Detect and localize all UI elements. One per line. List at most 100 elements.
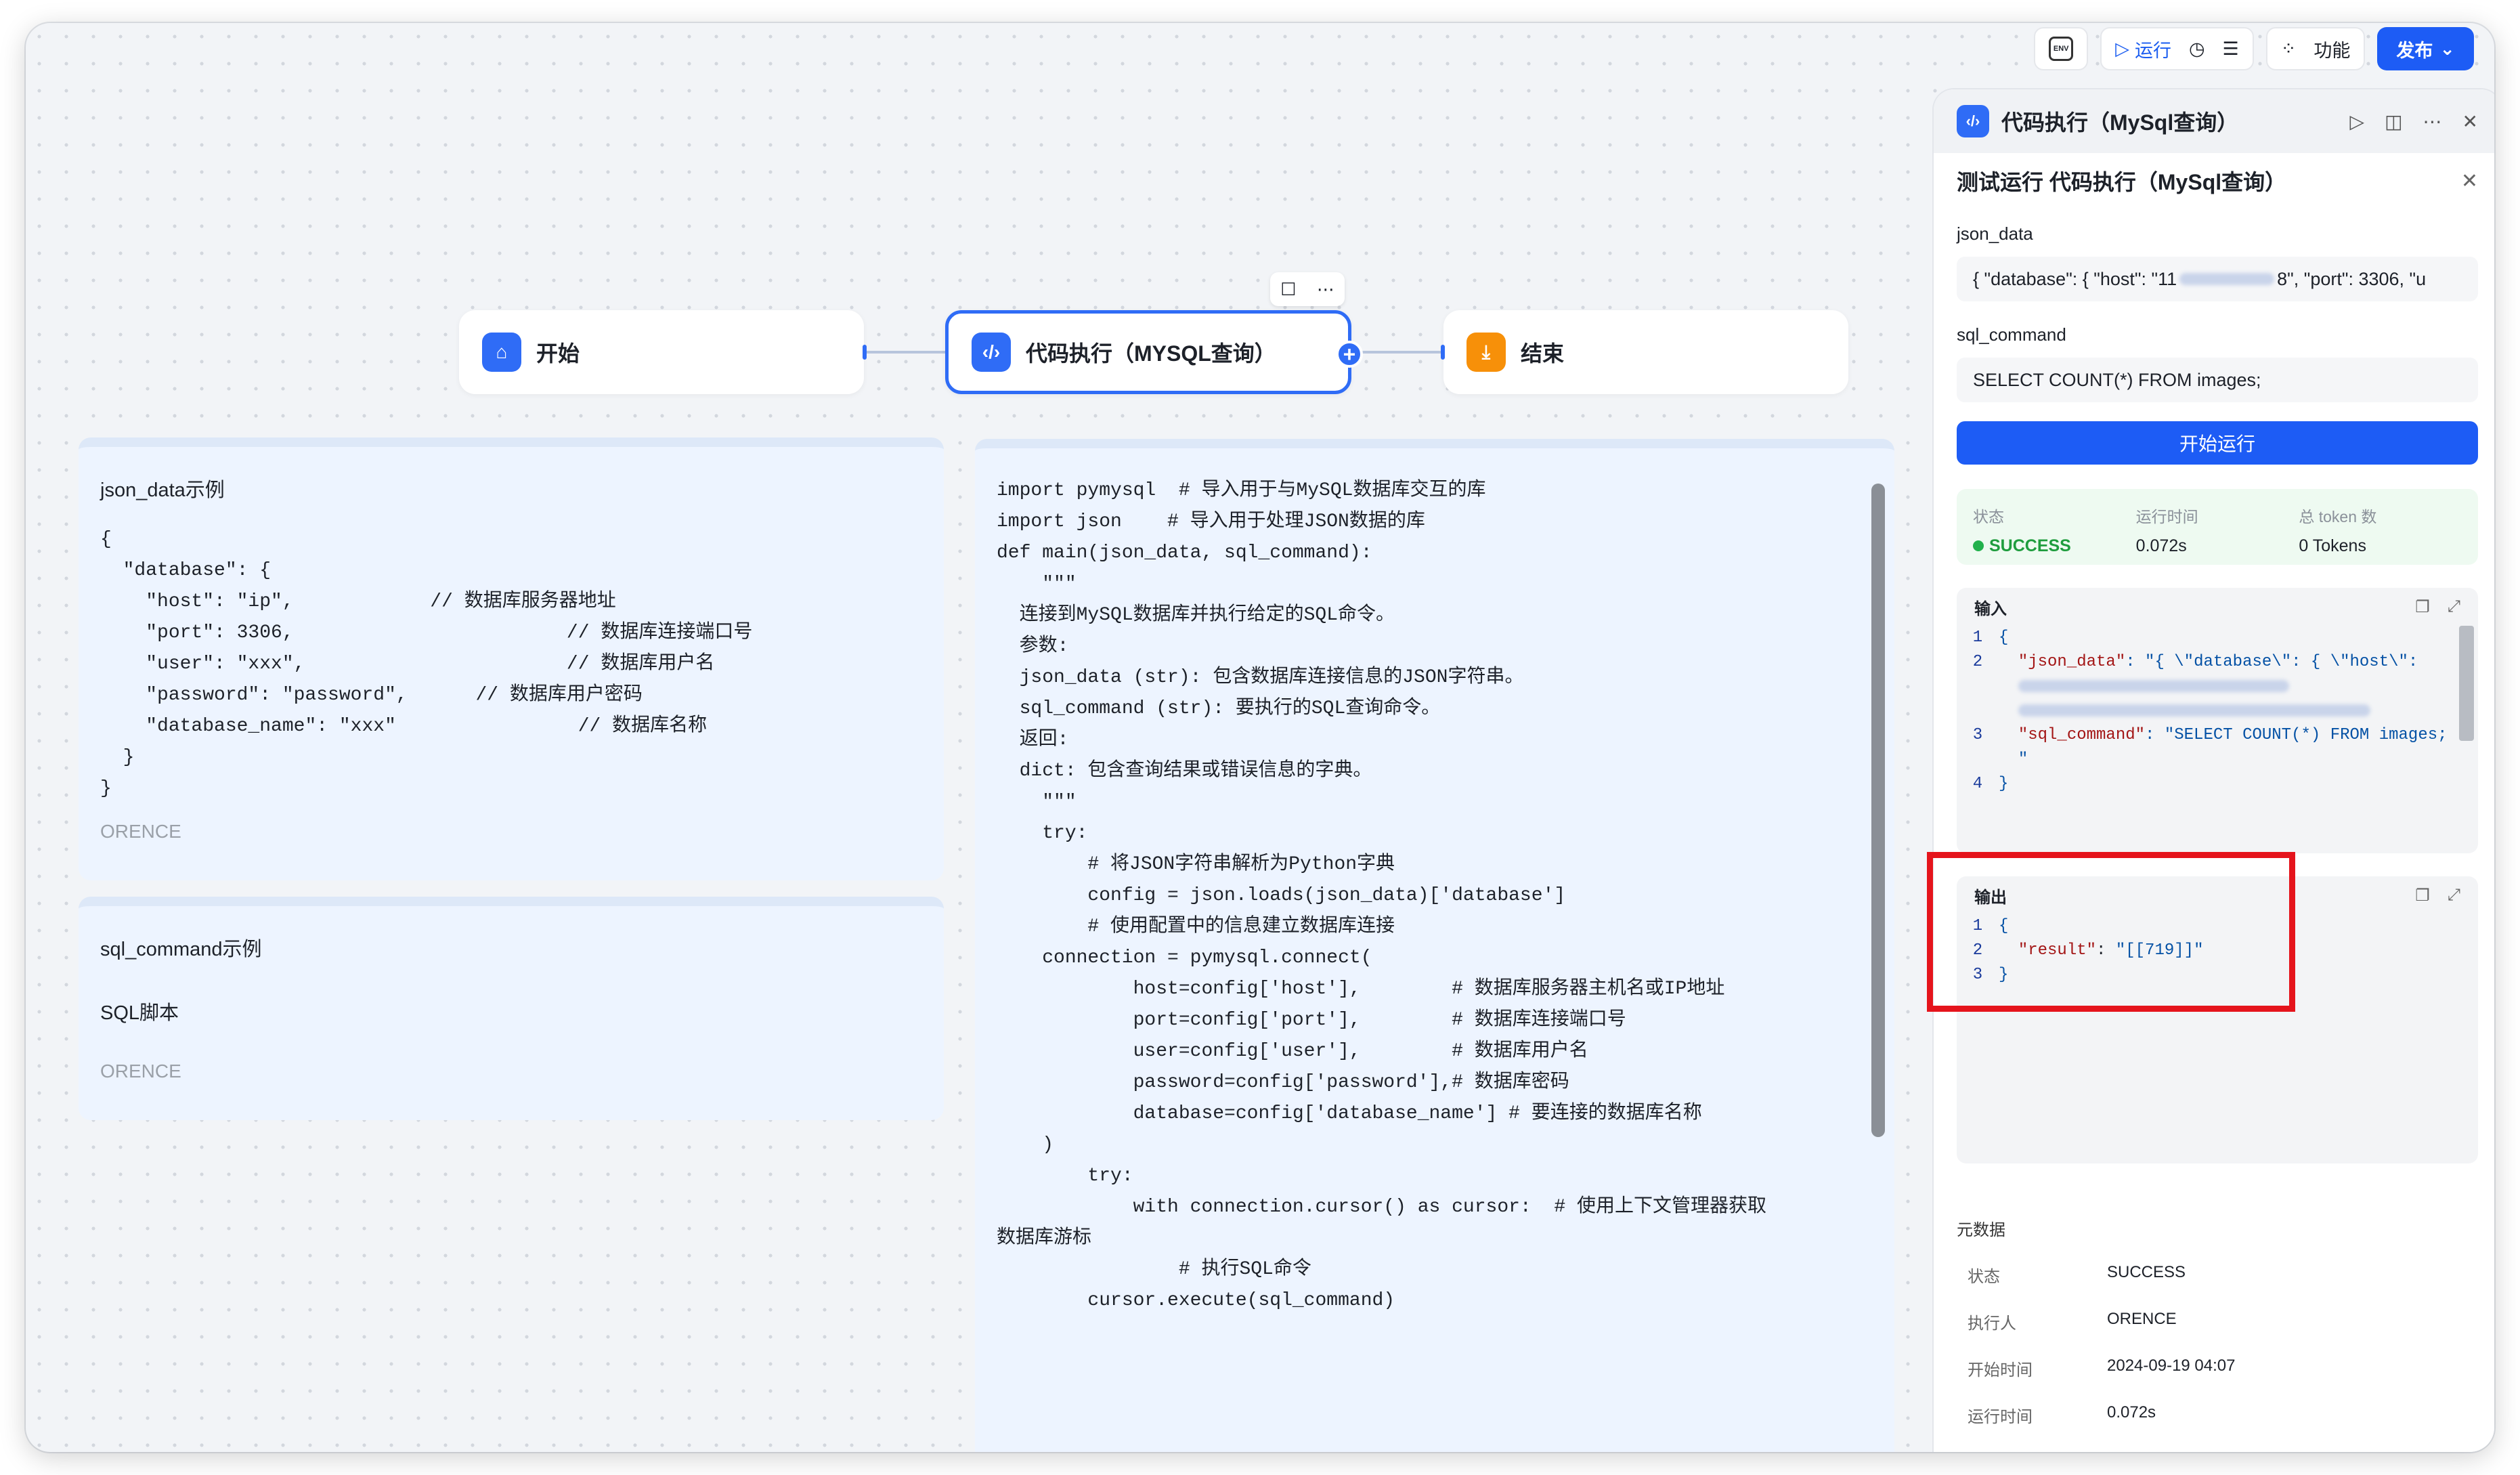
metadata-row: 运行时间 0.072s bbox=[1934, 1403, 2494, 1427]
features-button[interactable]: ⁘ 功能 bbox=[2265, 27, 2366, 70]
code-line: sql_command (str): 要执行的SQL查询命令。 bbox=[997, 698, 1441, 719]
close-icon[interactable]: ✕ bbox=[2461, 169, 2478, 193]
history-icon[interactable]: ◷ bbox=[2189, 39, 2205, 60]
expand-icon[interactable]: ⤢ bbox=[2448, 597, 2460, 617]
stat-label: 状态 bbox=[1973, 508, 2004, 526]
code-line: ) bbox=[997, 1134, 1054, 1155]
run-button[interactable]: ▷ 运行 bbox=[2115, 36, 2171, 62]
code-line: 数据库游标 bbox=[997, 1228, 1092, 1249]
edge-start-code bbox=[864, 351, 945, 354]
input-scrollbar[interactable] bbox=[2459, 626, 2474, 741]
apps-icon: ⁘ bbox=[2280, 38, 2297, 59]
code-icon: ‹/› bbox=[1957, 105, 1989, 137]
code-line: # 使用配置中的信息建立数据库连接 bbox=[997, 916, 1395, 937]
edge-code-end bbox=[1351, 351, 1443, 354]
code-line: 参数: bbox=[997, 636, 1069, 657]
node-end[interactable]: ⤓ 结束 bbox=[1441, 310, 1848, 394]
test-run-title: 测试运行 代码执行（MySql查询） bbox=[1957, 170, 2287, 194]
note-card-json[interactable]: json_data示例 { "database": { "host": "ip"… bbox=[79, 437, 944, 880]
code-line: config = json.loads(json_data)['database… bbox=[997, 885, 1566, 906]
code-line: with connection.cursor() as cursor: # 使用… bbox=[997, 1197, 1766, 1218]
code-line: def main(json_data, sql_command): bbox=[997, 542, 1372, 563]
metadata-key: 开始时间 bbox=[1968, 1361, 2033, 1380]
note-card-sql[interactable]: sql_command示例 SQL脚本 ORENCE bbox=[79, 897, 944, 1120]
metadata-row: 总 token 数0 Tokens bbox=[1934, 1450, 2494, 1452]
code-scrollbar[interactable] bbox=[1871, 484, 1885, 1137]
code-line: json_data (str): 包含数据库连接信息的JSON字符串。 bbox=[997, 667, 1524, 688]
node-code-exec[interactable]: ‹/› 代码执行（MYSQL查询） + bbox=[945, 310, 1363, 394]
metadata-value: SUCCESS bbox=[2107, 1263, 2186, 1281]
code-key: "sql_command" bbox=[2018, 726, 2146, 744]
test-run-header: 测试运行 代码执行（MySql查询） ✕ bbox=[1934, 153, 2494, 196]
metadata-list: 状态 SUCCESS 执行人 ORENCE 开始时间 2024-09-19 04:07 运行… bbox=[1934, 1263, 2494, 1452]
json-data-field[interactable]: { "database": { "host": "11 8", "port": … bbox=[1957, 257, 2478, 301]
note-body: SQL脚本 bbox=[100, 1002, 179, 1024]
play-icon[interactable]: ▷ bbox=[2350, 110, 2365, 133]
checklist-icon[interactable]: ☰ bbox=[2223, 39, 2239, 60]
code-line: try: bbox=[997, 1166, 1133, 1187]
redacted-text bbox=[2018, 704, 2370, 717]
note-body: { "database": { "host": "ip", // 数据库服务器地… bbox=[100, 529, 753, 799]
node-end-label: 结束 bbox=[1521, 341, 1565, 366]
note-title: json_data示例 bbox=[100, 479, 225, 501]
input-section: 输入 ❐ ⤢ 1{ 2 "json_data": "{ \"database\":… bbox=[1957, 588, 2478, 853]
code-line: """ bbox=[997, 792, 1077, 813]
sql-command-field[interactable]: SELECT COUNT(*) FROM images; bbox=[1957, 358, 2478, 402]
panel-title: 代码执行（MySql查询） bbox=[2001, 110, 2239, 135]
node-handle[interactable] bbox=[863, 345, 867, 360]
json-value-start: { "database": { "host": "11 bbox=[1973, 268, 2177, 289]
json-data-label: json_data bbox=[1957, 223, 2033, 244]
node-start[interactable]: ⌂ 开始 bbox=[459, 310, 867, 394]
note-author: ORENCE bbox=[100, 821, 181, 842]
code-line: 连接到MySQL数据库并执行给定的SQL命令。 bbox=[997, 605, 1395, 626]
run-group: ▷ 运行 ◷ ☰ bbox=[2100, 27, 2254, 70]
code-line: connection = pymysql.connect( bbox=[997, 947, 1372, 968]
code-line: dict: 包含查询结果或错误信息的字典。 bbox=[997, 761, 1372, 782]
metadata-row: 执行人 ORENCE bbox=[1934, 1310, 2494, 1333]
expand-icon[interactable]: ⤢ bbox=[2448, 886, 2460, 905]
metadata-value: 0 Tokens bbox=[2107, 1450, 2172, 1452]
more-icon[interactable]: ⋯ bbox=[1317, 279, 1334, 300]
metadata-title: 元数据 bbox=[1957, 1221, 2005, 1239]
metadata-value: ORENCE bbox=[2107, 1310, 2177, 1328]
copy-icon[interactable]: ❐ bbox=[2415, 597, 2430, 617]
code-line: host=config['host'], # 数据库服务器主机名或IP地址 bbox=[997, 979, 1725, 1000]
metadata-row: 状态 SUCCESS bbox=[1934, 1263, 2494, 1287]
more-icon[interactable]: ⋯ bbox=[2423, 110, 2442, 133]
status-badge: SUCCESS bbox=[1973, 536, 2136, 556]
code-line: } bbox=[1999, 775, 2009, 793]
code-line: try: bbox=[997, 823, 1088, 844]
stat-value: 0 Tokens bbox=[2299, 536, 2366, 555]
stat-value: 0.072s bbox=[2135, 536, 2187, 555]
end-icon: ⤓ bbox=[1467, 333, 1506, 372]
split-view-icon[interactable]: ◫ bbox=[2385, 110, 2402, 133]
stat-label: 运行时间 bbox=[2135, 508, 2198, 526]
highlight-box bbox=[1927, 852, 2295, 1012]
code-line: cursor.execute(sql_command) bbox=[997, 1290, 1395, 1311]
code-line: import pymysql # 导入用于与MySQL数据库交互的库 bbox=[997, 480, 1486, 501]
add-node-button[interactable]: + bbox=[1336, 341, 1363, 368]
workflow-window: ENV ▷ 运行 ◷ ☰ ⁘ 功能 发布 ⌄ ⌂ 开始 ☐ ⋯ ‹/› 代码执行（… bbox=[26, 23, 2494, 1452]
env-button[interactable]: ENV bbox=[2034, 27, 2089, 70]
code-line: user=config['user'], # 数据库用户名 bbox=[997, 1041, 1588, 1062]
redacted-text bbox=[2018, 679, 2289, 692]
close-icon[interactable]: ✕ bbox=[2462, 110, 2478, 133]
metadata-key: 执行人 bbox=[1968, 1314, 2016, 1333]
note-title: sql_command示例 bbox=[100, 939, 262, 960]
node-handle[interactable] bbox=[1441, 345, 1445, 360]
checkbox-icon[interactable]: ☐ bbox=[1280, 279, 1296, 300]
start-run-button[interactable]: 开始运行 bbox=[1957, 421, 2478, 465]
node-code-label: 代码执行（MYSQL查询） bbox=[1026, 341, 1276, 366]
publish-button[interactable]: 发布 ⌄ bbox=[2377, 27, 2474, 70]
panel-header: ‹/› 代码执行（MySql查询） ▷ ◫ ⋯ ✕ bbox=[1934, 89, 2494, 153]
metadata-key: 总 token 数 bbox=[1968, 1450, 2107, 1452]
node-toolbar: ☐ ⋯ bbox=[1270, 272, 1345, 306]
node-start-label: 开始 bbox=[536, 341, 580, 366]
env-icon: ENV bbox=[2049, 37, 2074, 61]
sql-command-label: sql_command bbox=[1957, 324, 2066, 345]
note-card-code[interactable]: import pymysql # 导入用于与MySQL数据库交互的库 import… bbox=[975, 439, 1894, 1452]
code-value: " bbox=[2018, 750, 2028, 769]
code-line: database=config['database_name'] # 要连接的数… bbox=[997, 1103, 1702, 1124]
copy-icon[interactable]: ❐ bbox=[2415, 886, 2430, 905]
stat-label: 总 token 数 bbox=[2299, 508, 2377, 526]
